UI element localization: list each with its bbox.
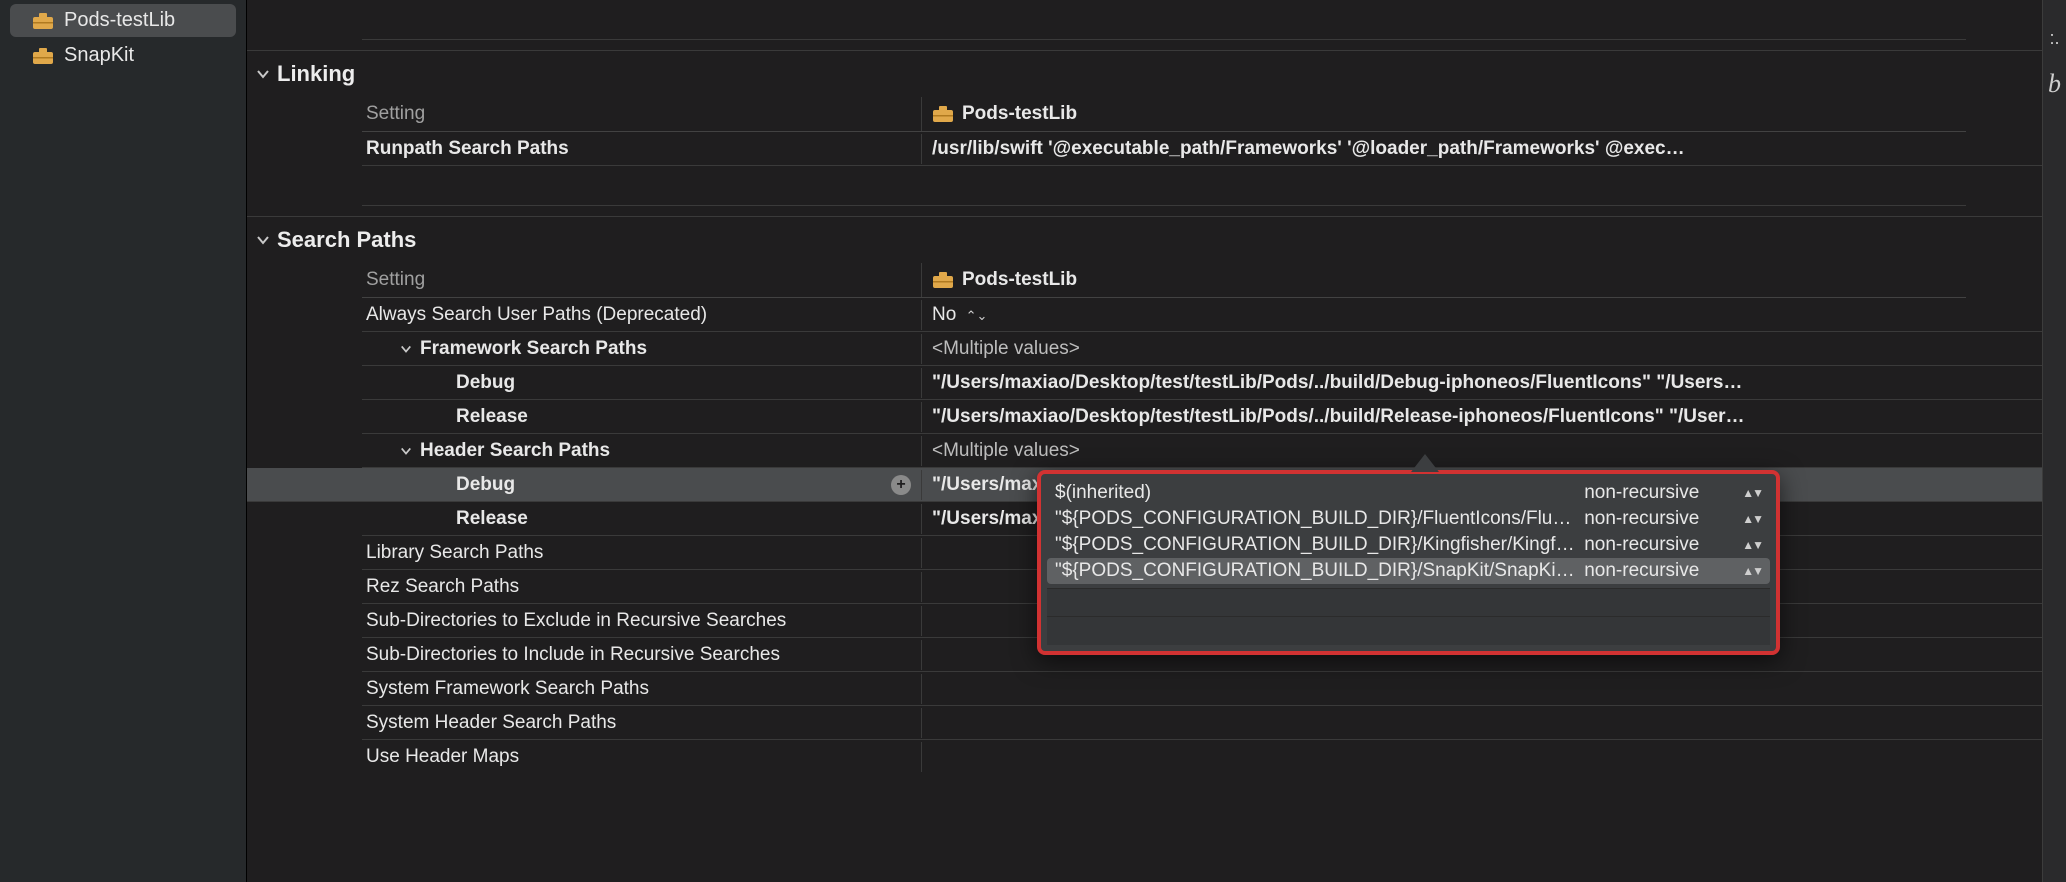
section-title: Search Paths bbox=[277, 227, 416, 253]
column-target-label: Pods-testLib bbox=[962, 269, 1077, 291]
column-headers: Setting Pods-testLib bbox=[362, 97, 1966, 132]
popover-path[interactable]: "${PODS_CONFIGURATION_BUILD_DIR}/Kingfis… bbox=[1055, 534, 1576, 556]
chevron-down-icon[interactable] bbox=[398, 343, 414, 355]
setting-row-header-search[interactable]: Header Search Paths <Multiple values> bbox=[362, 434, 2066, 468]
popover-path[interactable]: "${PODS_CONFIGURATION_BUILD_DIR}/FluentI… bbox=[1055, 508, 1576, 530]
popover-row[interactable]: $(inherited) non-recursive ▲▼ bbox=[1047, 480, 1770, 506]
column-target[interactable]: Pods-testLib bbox=[922, 97, 1966, 131]
config-label: Debug bbox=[366, 474, 515, 496]
setting-label: Debug + bbox=[362, 470, 922, 500]
column-setting: Setting bbox=[362, 263, 922, 297]
setting-value[interactable] bbox=[922, 685, 2066, 693]
setting-label: Release bbox=[362, 504, 922, 534]
section-header-search-paths[interactable]: Search Paths bbox=[247, 216, 2066, 263]
setting-label: System Header Search Paths bbox=[362, 708, 922, 738]
add-icon[interactable]: + bbox=[891, 475, 911, 495]
setting-value[interactable] bbox=[922, 719, 2066, 727]
gutter-glyph: :. bbox=[2043, 28, 2066, 49]
chevron-down-icon[interactable] bbox=[398, 445, 414, 457]
section-header-linking[interactable]: Linking bbox=[247, 50, 2066, 97]
setting-row-framework-debug[interactable]: Debug "/Users/maxiao/Desktop/test/testLi… bbox=[362, 366, 2066, 400]
setting-label: Debug bbox=[362, 368, 922, 398]
column-target-label: Pods-testLib bbox=[962, 103, 1077, 125]
popover-path[interactable]: "${PODS_CONFIGURATION_BUILD_DIR}/SnapKit… bbox=[1055, 560, 1576, 582]
setting-label: Rez Search Paths bbox=[362, 572, 922, 602]
setting-label: Always Search User Paths (Deprecated) bbox=[362, 300, 922, 330]
popover-scope[interactable]: non-recursive bbox=[1584, 482, 1734, 504]
stepper-icon[interactable]: ▲▼ bbox=[1742, 564, 1762, 578]
setting-value[interactable]: "/Users/maxiao/Desktop/test/testLib/Pods… bbox=[922, 368, 2066, 398]
column-headers: Setting Pods-testLib bbox=[362, 263, 1966, 298]
setting-label: Use Header Maps bbox=[362, 742, 922, 772]
setting-label: Release bbox=[362, 402, 922, 432]
setting-label: Sub-Directories to Exclude in Recursive … bbox=[362, 606, 922, 636]
popover-row[interactable]: "${PODS_CONFIGURATION_BUILD_DIR}/FluentI… bbox=[1047, 506, 1770, 532]
setting-row-use-header-maps[interactable]: Use Header Maps bbox=[362, 740, 2066, 774]
setting-row-framework-search[interactable]: Framework Search Paths <Multiple values> bbox=[362, 332, 2066, 366]
setting-value[interactable]: <Multiple values> bbox=[922, 436, 2066, 466]
stepper-icon[interactable]: ▲▼ bbox=[1742, 538, 1762, 552]
toolbox-icon bbox=[32, 12, 54, 30]
blank-row bbox=[362, 0, 1966, 40]
stepper-icon[interactable]: ▲▼ bbox=[1742, 486, 1762, 500]
column-target[interactable]: Pods-testLib bbox=[922, 263, 1966, 297]
popover-extra-rows bbox=[1047, 588, 1770, 645]
sidebar-item-snapkit[interactable]: SnapKit bbox=[10, 39, 236, 72]
setting-label: Runpath Search Paths bbox=[362, 134, 922, 164]
setting-label-text: Framework Search Paths bbox=[420, 338, 647, 360]
setting-value[interactable]: <Multiple values> bbox=[922, 334, 2066, 364]
popover-row[interactable]: "${PODS_CONFIGURATION_BUILD_DIR}/Kingfis… bbox=[1047, 532, 1770, 558]
stepper-icon[interactable]: ▲▼ bbox=[1742, 512, 1762, 526]
setting-value-text: No bbox=[932, 304, 956, 325]
column-setting: Setting bbox=[362, 97, 922, 131]
popover-scope[interactable]: non-recursive bbox=[1584, 534, 1734, 556]
setting-value[interactable] bbox=[922, 753, 2066, 761]
popover-scope[interactable]: non-recursive bbox=[1584, 560, 1734, 582]
sidebar-item-label: SnapKit bbox=[64, 44, 134, 67]
gutter-glyph: b bbox=[2043, 69, 2066, 99]
setting-label: Library Search Paths bbox=[362, 538, 922, 568]
toolbox-icon bbox=[32, 47, 54, 65]
popover-blank-row[interactable] bbox=[1047, 617, 1770, 645]
right-gutter: :. b bbox=[2042, 0, 2066, 882]
setting-label-text: Header Search Paths bbox=[420, 440, 610, 462]
setting-label: Framework Search Paths bbox=[362, 334, 922, 364]
blank-row bbox=[362, 166, 1966, 206]
sidebar-item-pods-testlib[interactable]: Pods-testLib bbox=[10, 4, 236, 37]
config-label: Release bbox=[366, 508, 528, 530]
setting-label: System Framework Search Paths bbox=[362, 674, 922, 704]
setting-value[interactable]: No ⌃⌄ bbox=[922, 300, 2066, 330]
section-linking: Linking Setting Pods-testLib Runpath Sea… bbox=[247, 50, 2066, 206]
sidebar: Pods-testLib SnapKit bbox=[0, 0, 247, 882]
setting-row-always-search[interactable]: Always Search User Paths (Deprecated) No… bbox=[362, 298, 2066, 332]
setting-row-runpath[interactable]: Runpath Search Paths /usr/lib/swift '@ex… bbox=[362, 132, 2066, 166]
build-settings-editor: Linking Setting Pods-testLib Runpath Sea… bbox=[247, 0, 2066, 882]
popover-path[interactable]: $(inherited) bbox=[1055, 482, 1576, 504]
setting-value[interactable]: "/Users/maxiao/Desktop/test/testLib/Pods… bbox=[922, 402, 2066, 432]
chevron-down-icon[interactable] bbox=[255, 233, 271, 247]
select-indicator-icon[interactable]: ⌃⌄ bbox=[966, 308, 988, 323]
search-paths-popover[interactable]: $(inherited) non-recursive ▲▼ "${PODS_CO… bbox=[1037, 470, 1780, 655]
popover-row[interactable]: "${PODS_CONFIGURATION_BUILD_DIR}/SnapKit… bbox=[1047, 558, 1770, 584]
sidebar-item-label: Pods-testLib bbox=[64, 9, 175, 32]
setting-label: Header Search Paths bbox=[362, 436, 922, 466]
setting-label: Sub-Directories to Include in Recursive … bbox=[362, 640, 922, 670]
setting-value[interactable]: /usr/lib/swift '@executable_path/Framewo… bbox=[922, 134, 2066, 164]
setting-row-framework-release[interactable]: Release "/Users/maxiao/Desktop/test/test… bbox=[362, 400, 2066, 434]
popover-blank-row[interactable] bbox=[1047, 589, 1770, 617]
setting-row-sys-header[interactable]: System Header Search Paths bbox=[362, 706, 2066, 740]
setting-row-sys-framework[interactable]: System Framework Search Paths bbox=[362, 672, 2066, 706]
popover-scope[interactable]: non-recursive bbox=[1584, 508, 1734, 530]
config-label: Release bbox=[366, 406, 528, 428]
config-label: Debug bbox=[366, 372, 515, 394]
chevron-down-icon[interactable] bbox=[255, 67, 271, 81]
section-title: Linking bbox=[277, 61, 355, 87]
toolbox-icon bbox=[932, 105, 954, 123]
toolbox-icon bbox=[932, 271, 954, 289]
